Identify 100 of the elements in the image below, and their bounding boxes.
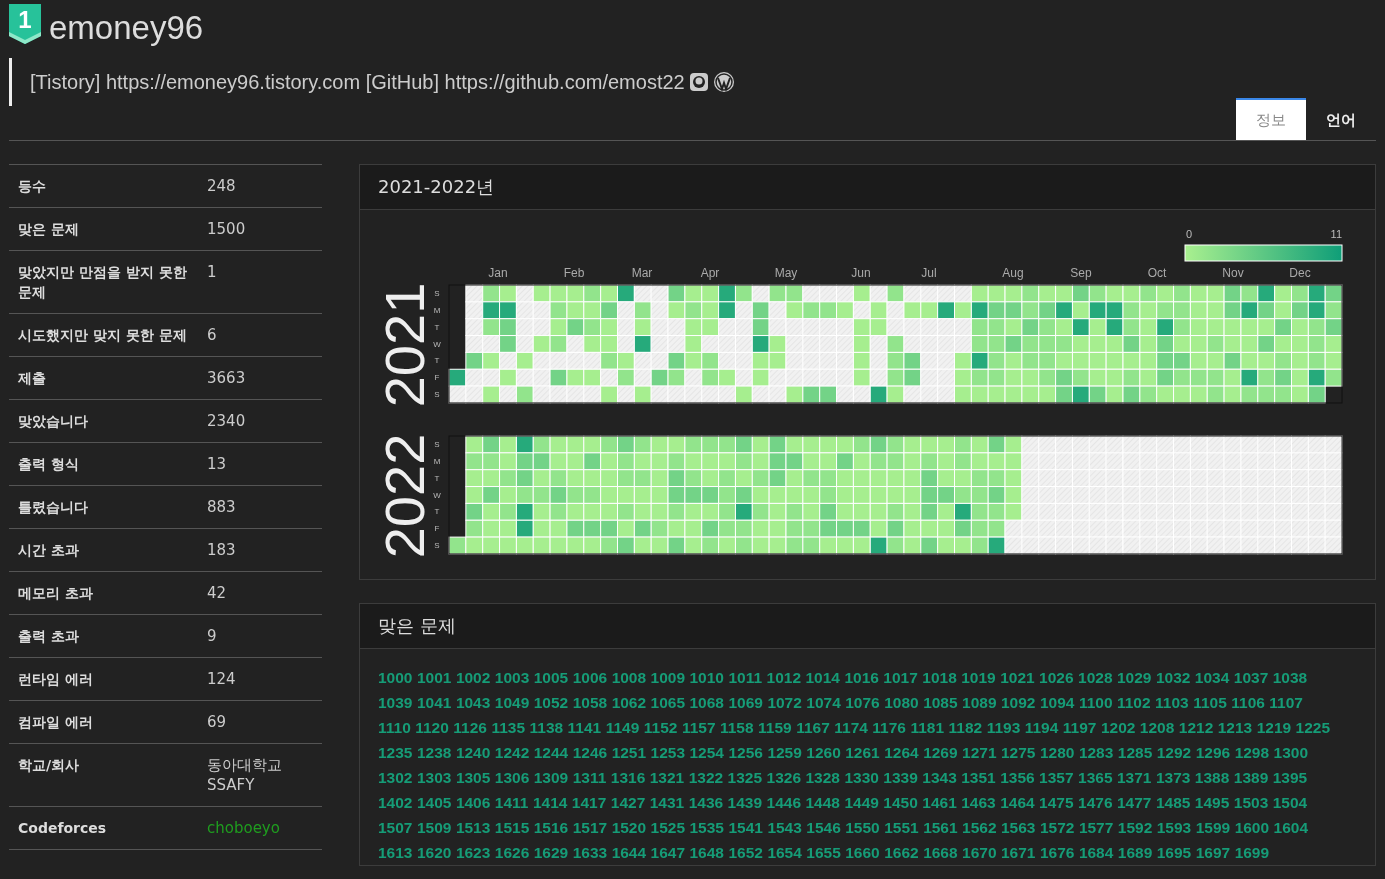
- problem-link[interactable]: 1695: [1156, 844, 1192, 861]
- problem-link[interactable]: 1107: [1269, 694, 1303, 711]
- problem-link[interactable]: 1515: [494, 819, 530, 836]
- problem-link[interactable]: 1316: [610, 769, 646, 786]
- github-icon[interactable]: [688, 72, 709, 92]
- problem-link[interactable]: 1477: [1116, 794, 1152, 811]
- problem-link[interactable]: 1427: [610, 794, 646, 811]
- problem-link[interactable]: 1450: [883, 794, 918, 811]
- problem-link[interactable]: 1541: [728, 819, 763, 836]
- problem-link[interactable]: 1193: [986, 719, 1021, 736]
- problem-link[interactable]: 1251: [611, 744, 647, 761]
- problem-link[interactable]: 1339: [883, 769, 918, 786]
- problem-link[interactable]: 1439: [727, 794, 763, 811]
- problem-link[interactable]: 1016: [844, 669, 879, 686]
- problem-link[interactable]: 1647: [650, 844, 686, 861]
- problem-link[interactable]: 1176: [872, 719, 906, 736]
- problem-link[interactable]: 1100: [1078, 694, 1113, 711]
- problem-link[interactable]: 1012: [766, 669, 801, 686]
- problem-link[interactable]: 1260: [806, 744, 841, 761]
- problem-link[interactable]: 1357: [1039, 769, 1074, 786]
- problem-link[interactable]: 1026: [1039, 669, 1074, 686]
- problem-link[interactable]: 1242: [494, 744, 530, 761]
- problem-link[interactable]: 1652: [728, 844, 763, 861]
- problem-link[interactable]: 1011: [728, 669, 763, 686]
- problem-link[interactable]: 1138: [529, 719, 564, 736]
- problem-link[interactable]: 1253: [650, 744, 686, 761]
- problem-link[interactable]: 1371: [1116, 769, 1152, 786]
- problem-link[interactable]: 1174: [834, 719, 868, 736]
- problem-link[interactable]: 1202: [1100, 719, 1136, 736]
- problem-link[interactable]: 1644: [611, 844, 647, 861]
- problem-link[interactable]: 1092: [1001, 694, 1036, 711]
- problem-link[interactable]: 1080: [884, 694, 919, 711]
- problem-link[interactable]: 1208: [1139, 719, 1175, 736]
- problem-link[interactable]: 1668: [923, 844, 958, 861]
- problem-link[interactable]: 1305: [455, 769, 491, 786]
- problem-link[interactable]: 1395: [1272, 769, 1308, 786]
- problem-link[interactable]: 1517: [572, 819, 608, 836]
- problem-link[interactable]: 1110: [378, 719, 411, 736]
- problem-link[interactable]: 1029: [1116, 669, 1152, 686]
- tab[interactable]: 정보: [1236, 98, 1306, 140]
- problem-link[interactable]: 1001: [416, 669, 452, 686]
- problem-link[interactable]: 1085: [923, 694, 958, 711]
- problem-link[interactable]: 1068: [689, 694, 724, 711]
- problem-link[interactable]: 1280: [1039, 744, 1075, 761]
- problem-link[interactable]: 1072: [767, 694, 802, 711]
- problem-link[interactable]: 1405: [416, 794, 452, 811]
- problem-link[interactable]: 1365: [1078, 769, 1113, 786]
- problem-link[interactable]: 1449: [844, 794, 879, 811]
- problem-link[interactable]: 1219: [1256, 719, 1292, 736]
- problem-link[interactable]: 1592: [1117, 819, 1153, 836]
- problem-link[interactable]: 1562: [962, 819, 997, 836]
- problem-link[interactable]: 1246: [572, 744, 608, 761]
- problem-link[interactable]: 1043: [455, 694, 491, 711]
- problem-link[interactable]: 1525: [650, 819, 686, 836]
- problem-link[interactable]: 1271: [962, 744, 997, 761]
- problem-link[interactable]: 1300: [1273, 744, 1309, 761]
- problem-link[interactable]: 1069: [728, 694, 763, 711]
- problem-link[interactable]: 1006: [572, 669, 608, 686]
- problem-link[interactable]: 1550: [845, 819, 880, 836]
- problem-link[interactable]: 1141: [567, 719, 602, 736]
- problem-link[interactable]: 1322: [688, 769, 724, 786]
- problem-link[interactable]: 1351: [961, 769, 996, 786]
- problem-link[interactable]: 1106: [1231, 694, 1265, 711]
- problem-link[interactable]: 1389: [1233, 769, 1269, 786]
- problem-link[interactable]: 1516: [533, 819, 569, 836]
- problem-link[interactable]: 1283: [1078, 744, 1114, 761]
- problem-link[interactable]: 1292: [1156, 744, 1192, 761]
- problem-link[interactable]: 1017: [883, 669, 918, 686]
- problem-link[interactable]: 1593: [1156, 819, 1192, 836]
- problem-link[interactable]: 1671: [1001, 844, 1036, 861]
- problem-link[interactable]: 1325: [727, 769, 763, 786]
- problem-link[interactable]: 1009: [650, 669, 686, 686]
- problem-link[interactable]: 1254: [689, 744, 724, 761]
- problem-link[interactable]: 1620: [416, 844, 452, 861]
- problem-link[interactable]: 1406: [455, 794, 491, 811]
- problem-link[interactable]: 1034: [1194, 669, 1230, 686]
- problem-link[interactable]: 1699: [1234, 844, 1270, 861]
- problem-link[interactable]: 1039: [378, 694, 413, 711]
- problem-link[interactable]: 1464: [1000, 794, 1035, 811]
- problem-link[interactable]: 1543: [767, 819, 802, 836]
- problem-link[interactable]: 1296: [1195, 744, 1231, 761]
- problem-link[interactable]: 1626: [494, 844, 530, 861]
- problem-link[interactable]: 1005: [533, 669, 569, 686]
- problem-link[interactable]: 1660: [845, 844, 880, 861]
- problem-link[interactable]: 1303: [416, 769, 452, 786]
- problem-link[interactable]: 1577: [1078, 819, 1114, 836]
- problem-link[interactable]: 1446: [766, 794, 801, 811]
- problem-link[interactable]: 1463: [961, 794, 996, 811]
- problem-link[interactable]: 1120: [415, 719, 449, 736]
- problem-link[interactable]: 1152: [643, 719, 678, 736]
- problem-link[interactable]: 1684: [1078, 844, 1114, 861]
- problem-link[interactable]: 1623: [455, 844, 491, 861]
- problem-link[interactable]: 1089: [962, 694, 997, 711]
- problem-link[interactable]: 1629: [533, 844, 569, 861]
- problem-link[interactable]: 1018: [922, 669, 957, 686]
- problem-link[interactable]: 1520: [611, 819, 647, 836]
- problem-link[interactable]: 1546: [806, 819, 841, 836]
- problem-link[interactable]: 1149: [605, 719, 640, 736]
- problem-link[interactable]: 1461: [922, 794, 957, 811]
- problem-link[interactable]: 1126: [453, 719, 487, 736]
